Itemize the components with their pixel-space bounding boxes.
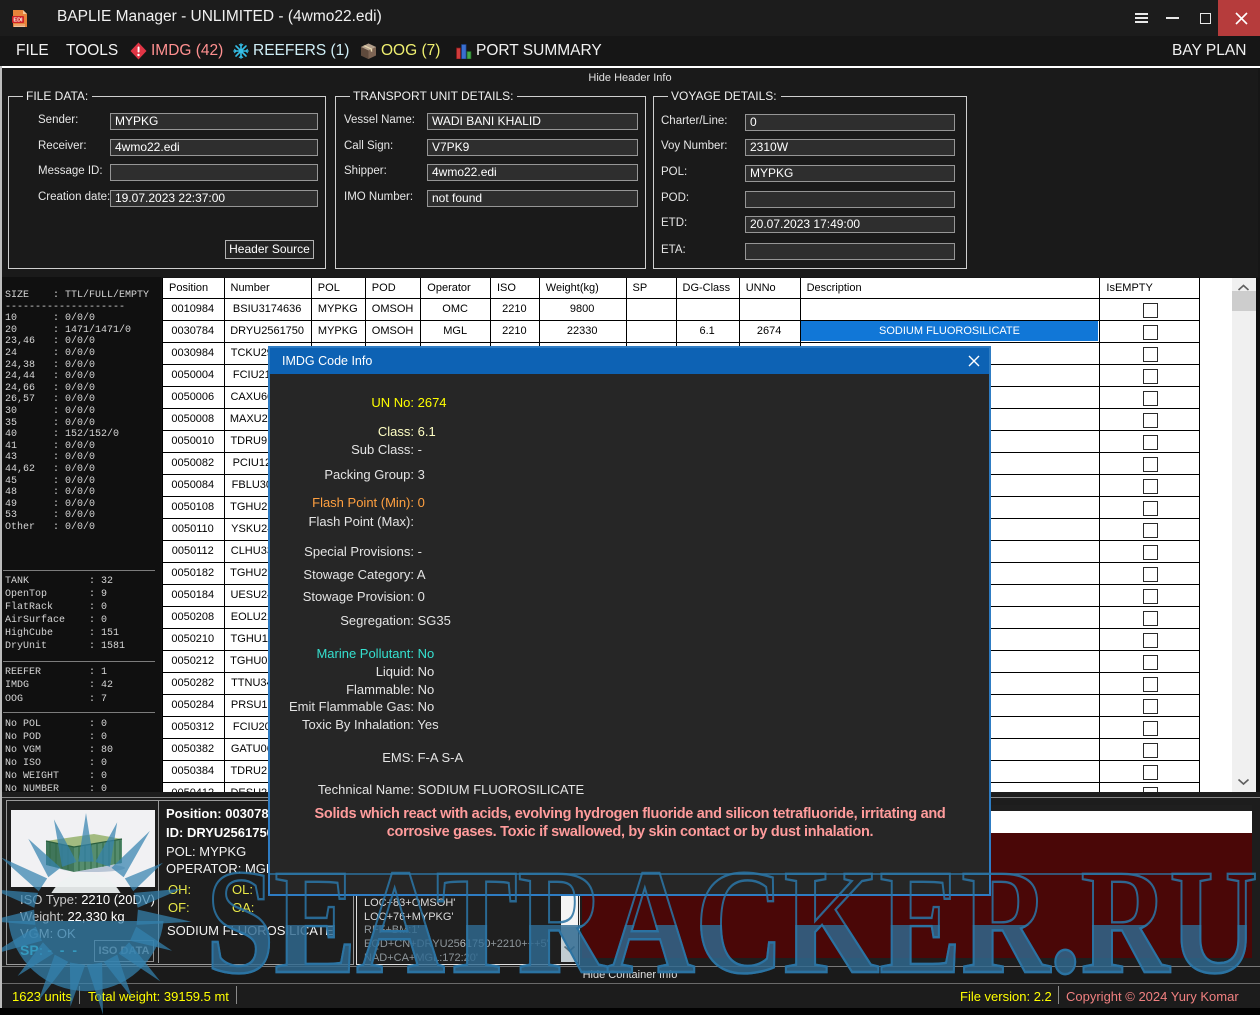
svg-text:EDI: EDI xyxy=(13,18,23,24)
